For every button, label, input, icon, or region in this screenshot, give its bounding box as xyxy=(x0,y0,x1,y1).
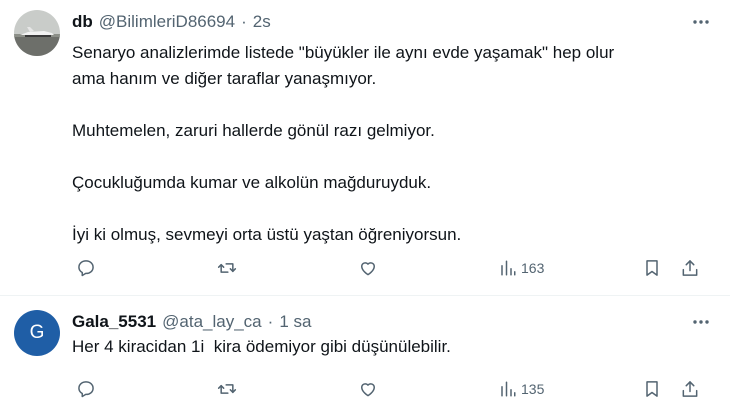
views-count: 163 xyxy=(521,260,545,276)
reply-icon xyxy=(78,260,94,277)
retweet-button[interactable] xyxy=(217,256,237,280)
display-name[interactable]: db xyxy=(72,12,93,32)
retweet-icon xyxy=(217,263,237,273)
tweet-line: Çocukluğumda kumar ve alkolün mağduruydu… xyxy=(72,173,432,192)
tweet-line: Senaryo analizlerimde listede "büyükler … xyxy=(72,43,615,62)
bookmark-icon xyxy=(646,260,658,276)
more-button[interactable] xyxy=(692,10,710,34)
separator: · xyxy=(267,312,274,331)
tweet-text: Senaryo analizlerimde listede "büyükler … xyxy=(72,40,712,248)
like-button[interactable] xyxy=(358,256,378,280)
tweet-line: ama hanım ve diğer taraflar yanaşmıyor. xyxy=(72,69,377,88)
action-bar: 163 xyxy=(72,256,704,280)
share-icon xyxy=(682,260,698,276)
reply-button[interactable] xyxy=(76,256,96,280)
separator: · xyxy=(241,12,247,31)
like-icon xyxy=(361,383,375,397)
tweet-text: Her 4 kiracidan 1i kira ödemiyor gibi dü… xyxy=(72,334,712,360)
avatar[interactable]: G xyxy=(14,310,60,356)
share-button[interactable] xyxy=(680,377,700,401)
bookmark-button[interactable] xyxy=(642,377,662,401)
tweet[interactable]: G Gala_5531 @ata_lay_ca · 1 sa Her 4 kir… xyxy=(0,296,730,420)
views-count: 135 xyxy=(521,381,545,397)
like-icon xyxy=(361,262,375,276)
handle[interactable]: @BilimleriD86694 xyxy=(99,12,235,32)
views-button[interactable]: 135 xyxy=(499,377,544,401)
views-button[interactable]: 163 xyxy=(499,256,544,280)
avatar-letter: G xyxy=(29,322,45,343)
avatar-photo-icon xyxy=(14,10,60,56)
timestamp[interactable]: 1 sa xyxy=(279,312,311,332)
avatar[interactable] xyxy=(14,10,60,56)
views-icon xyxy=(501,260,516,276)
display-name[interactable]: Gala_5531 xyxy=(72,312,156,332)
more-button[interactable] xyxy=(692,310,710,334)
more-icon xyxy=(693,320,709,324)
tweet-line: Her 4 kiracidan 1i kira ödemiyor gibi dü… xyxy=(72,337,451,356)
tweet-header: Gala_5531 @ata_lay_ca · 1 sa xyxy=(72,310,712,334)
timestamp[interactable]: 2s xyxy=(253,12,271,32)
tweet-header: db @BilimleriD86694 · 2s xyxy=(72,10,712,34)
bookmark-icon xyxy=(646,381,658,397)
handle[interactable]: @ata_lay_ca xyxy=(162,312,262,332)
share-button[interactable] xyxy=(680,256,700,280)
reply-button[interactable] xyxy=(76,377,96,401)
tweet-line: Muhtemelen, zaruri hallerde gönül razı g… xyxy=(72,121,435,140)
like-button[interactable] xyxy=(358,377,378,401)
more-icon xyxy=(693,20,709,24)
tweet-line: İyi ki olmuş, sevmeyi orta üstü yaştan ö… xyxy=(72,225,462,244)
retweet-button[interactable] xyxy=(217,377,237,401)
views-icon xyxy=(501,381,516,397)
reply-icon xyxy=(78,381,94,398)
action-bar: 135 xyxy=(72,377,704,401)
bookmark-button[interactable] xyxy=(642,256,662,280)
share-icon xyxy=(682,381,698,397)
tweet[interactable]: db @BilimleriD86694 · 2s Senaryo analizl… xyxy=(0,0,730,296)
retweet-icon xyxy=(217,384,237,394)
